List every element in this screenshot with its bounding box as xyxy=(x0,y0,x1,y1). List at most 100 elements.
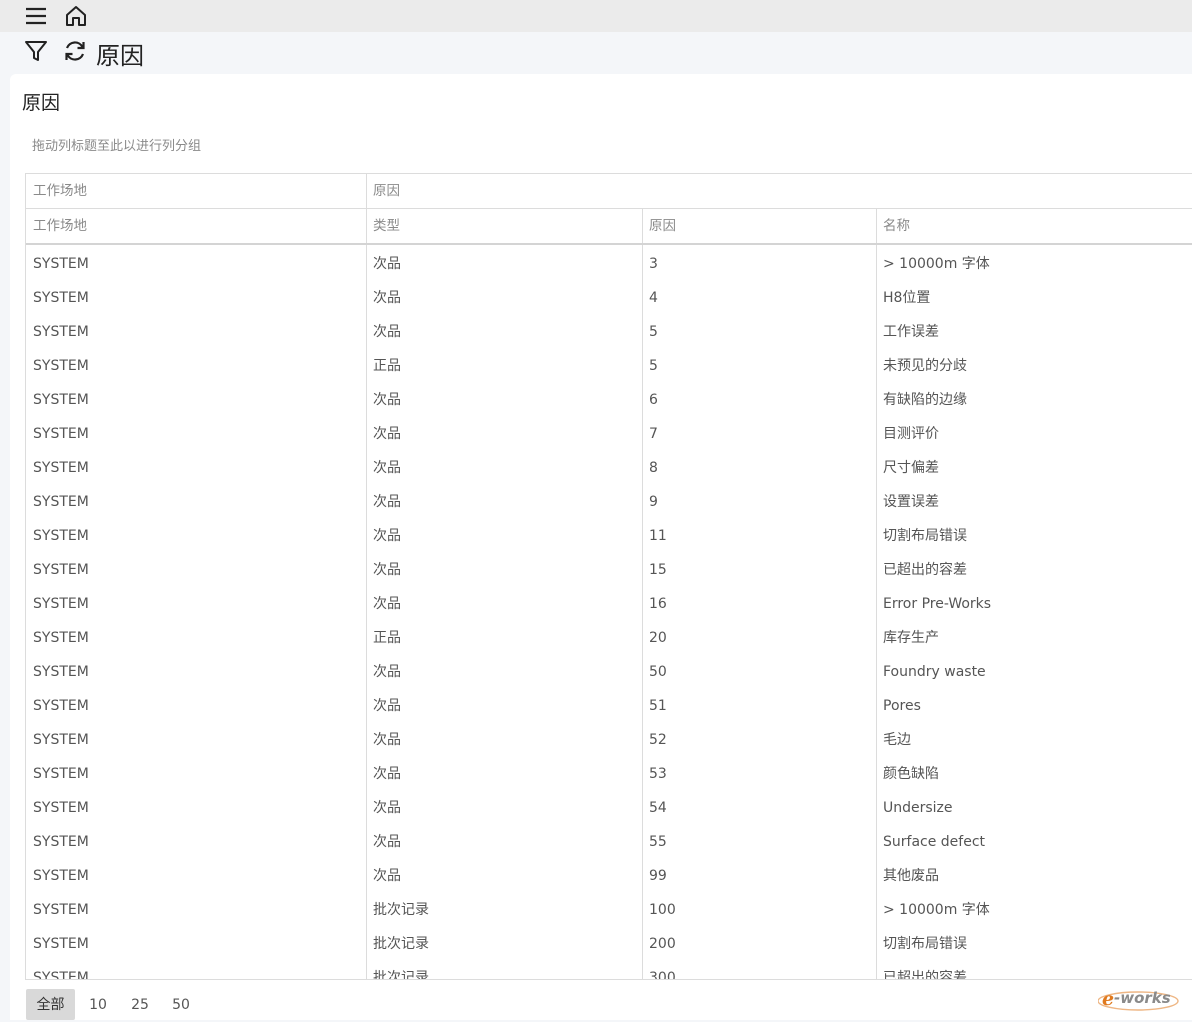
cell-reason: 52 xyxy=(649,732,667,748)
cell-reason: 16 xyxy=(649,596,667,612)
cell-name: Error Pre-Works xyxy=(883,596,992,612)
cell-name: Foundry waste xyxy=(883,664,986,680)
table-row[interactable]: SYSTEM 次品 50 Foundry waste xyxy=(26,655,1192,689)
table-row[interactable]: SYSTEM 次品 11 切割布局错误 xyxy=(26,519,1192,553)
eworks-logo: e -works xyxy=(1097,984,1184,1014)
group-panel-hint[interactable]: 拖动列标题至此以进行列分组 xyxy=(32,135,201,154)
cell-workplace: SYSTEM xyxy=(33,256,89,272)
cell-workplace: SYSTEM xyxy=(33,324,89,340)
cell-reason: 51 xyxy=(649,698,667,714)
table-row[interactable]: SYSTEM 次品 5 工作误差 xyxy=(26,315,1192,349)
cell-name: 其他废品 xyxy=(883,868,939,884)
cell-type: 次品 xyxy=(373,460,401,476)
table-row[interactable]: SYSTEM 批次记录 100 > 10000m 字体 xyxy=(26,893,1192,927)
cell-name: Undersize xyxy=(883,800,953,816)
cell-type: 次品 xyxy=(373,732,401,748)
table-row[interactable]: SYSTEM 次品 54 Undersize xyxy=(26,791,1192,825)
refresh-icon[interactable] xyxy=(62,38,88,64)
table-row[interactable]: SYSTEM 次品 8 尺寸偏差 xyxy=(26,451,1192,485)
hamburger-menu-icon[interactable] xyxy=(24,4,48,28)
cell-reason: 55 xyxy=(649,834,667,850)
cell-type: 批次记录 xyxy=(373,936,429,952)
cell-reason: 54 xyxy=(649,800,667,816)
cell-reason: 9 xyxy=(649,494,658,510)
table-row[interactable]: SYSTEM 次品 15 已超出的容差 xyxy=(26,553,1192,587)
toolbar: 原因 xyxy=(0,32,1192,72)
cell-name: 库存生产 xyxy=(883,630,939,646)
filter-icon[interactable] xyxy=(23,38,49,64)
cell-workplace: SYSTEM xyxy=(33,494,89,510)
page-size-all[interactable]: 全部 xyxy=(26,989,75,1020)
cell-workplace: SYSTEM xyxy=(33,902,89,918)
cell-type: 次品 xyxy=(373,426,401,442)
cell-type: 次品 xyxy=(373,562,401,578)
cell-reason: 99 xyxy=(649,868,667,884)
cell-type: 次品 xyxy=(373,392,401,408)
table-row[interactable]: SYSTEM 次品 7 目测评价 xyxy=(26,417,1192,451)
cell-type: 次品 xyxy=(373,834,401,850)
column-header-workplace[interactable]: 工作场地 xyxy=(26,209,366,243)
cell-workplace: SYSTEM xyxy=(33,528,89,544)
cell-workplace: SYSTEM xyxy=(33,970,89,980)
card-title: 原因 xyxy=(22,92,61,114)
grid-body[interactable]: SYSTEM 次品 3 > 10000m 字体 SYSTEM 次品 4 H8位置 SYSTEM 次… xyxy=(26,245,1192,980)
column-header-reason[interactable]: 原因 xyxy=(642,209,876,243)
content-card: 原因 拖动列标题至此以进行列分组 工作场地 原因 工作场地 类型 原因 名称 S… xyxy=(10,74,1192,1020)
cell-reason: 4 xyxy=(649,290,658,306)
cell-workplace: SYSTEM xyxy=(33,834,89,850)
column-header-row: 工作场地 类型 原因 名称 xyxy=(26,209,1192,245)
table-row[interactable]: SYSTEM 次品 55 Surface defect xyxy=(26,825,1192,859)
table-row[interactable]: SYSTEM 次品 51 Pores xyxy=(26,689,1192,723)
cell-reason: 5 xyxy=(649,324,658,340)
table-row[interactable]: SYSTEM 批次记录 300 已超出的容差 xyxy=(26,961,1192,980)
home-icon[interactable] xyxy=(64,4,88,28)
cell-type: 正品 xyxy=(373,630,401,646)
cell-workplace: SYSTEM xyxy=(33,290,89,306)
table-row[interactable]: SYSTEM 次品 52 毛边 xyxy=(26,723,1192,757)
table-row[interactable]: SYSTEM 次品 99 其他废品 xyxy=(26,859,1192,893)
page-size-50[interactable]: 50 xyxy=(166,989,196,1020)
cell-type: 次品 xyxy=(373,290,401,306)
cell-type: 次品 xyxy=(373,324,401,340)
cell-type: 次品 xyxy=(373,596,401,612)
band-header-workplace[interactable]: 工作场地 xyxy=(26,174,366,208)
cell-reason: 5 xyxy=(649,358,658,374)
table-row[interactable]: SYSTEM 次品 6 有缺陷的边缘 xyxy=(26,383,1192,417)
cell-workplace: SYSTEM xyxy=(33,426,89,442)
band-header-reason[interactable]: 原因 xyxy=(366,174,1192,208)
table-row[interactable]: SYSTEM 次品 9 设置误差 xyxy=(26,485,1192,519)
table-row[interactable]: SYSTEM 正品 20 库存生产 xyxy=(26,621,1192,655)
cell-type: 次品 xyxy=(373,664,401,680)
column-header-type[interactable]: 类型 xyxy=(366,209,642,243)
cell-workplace: SYSTEM xyxy=(33,800,89,816)
cell-name: 有缺陷的边缘 xyxy=(883,392,967,408)
table-row[interactable]: SYSTEM 次品 16 Error Pre-Works xyxy=(26,587,1192,621)
cell-workplace: SYSTEM xyxy=(33,562,89,578)
page-size-10[interactable]: 10 xyxy=(83,989,113,1020)
cell-workplace: SYSTEM xyxy=(33,392,89,408)
cell-name: 目测评价 xyxy=(883,426,939,442)
column-header-name[interactable]: 名称 xyxy=(876,209,1192,243)
page-title: 原因 xyxy=(96,42,144,70)
cell-type: 次品 xyxy=(373,800,401,816)
cell-name: 已超出的容差 xyxy=(883,562,967,578)
band-header-row: 工作场地 原因 xyxy=(26,174,1192,209)
table-row[interactable]: SYSTEM 正品 5 未预见的分歧 xyxy=(26,349,1192,383)
svg-text:-works: -works xyxy=(1114,989,1171,1007)
table-row[interactable]: SYSTEM 次品 4 H8位置 xyxy=(26,281,1192,315)
table-row[interactable]: SYSTEM 次品 53 颜色缺陷 xyxy=(26,757,1192,791)
cell-name: 切割布局错误 xyxy=(883,528,967,544)
cell-reason: 20 xyxy=(649,630,667,646)
table-row[interactable]: SYSTEM 批次记录 200 切割布局错误 xyxy=(26,927,1192,961)
cell-name: 设置误差 xyxy=(883,494,939,510)
cell-workplace: SYSTEM xyxy=(33,936,89,952)
cell-type: 次品 xyxy=(373,528,401,544)
cell-workplace: SYSTEM xyxy=(33,766,89,782)
cell-name: 尺寸偏差 xyxy=(883,460,939,476)
cell-type: 次品 xyxy=(373,698,401,714)
cell-reason: 15 xyxy=(649,562,667,578)
page-size-25[interactable]: 25 xyxy=(125,989,155,1020)
cell-name: > 10000m 字体 xyxy=(883,902,990,918)
table-row[interactable]: SYSTEM 次品 3 > 10000m 字体 xyxy=(26,247,1192,281)
cell-type: 次品 xyxy=(373,868,401,884)
